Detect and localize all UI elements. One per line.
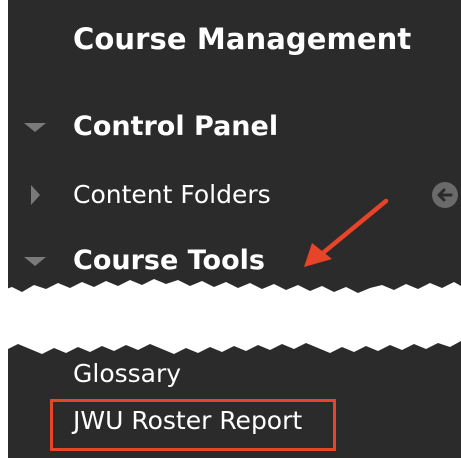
left-white-edge [0, 0, 8, 458]
roster-report-highlight-box [50, 399, 336, 451]
circle-arrow-left-icon[interactable] [432, 182, 458, 208]
triangle-down-icon[interactable] [24, 257, 46, 266]
course-management-heading: Course Management [73, 22, 412, 56]
menu-item-control-panel[interactable]: Control Panel [0, 105, 461, 149]
menu-subitem-glossary[interactable]: Glossary [0, 352, 461, 396]
menu-item-label: Glossary [73, 359, 182, 388]
menu-item-label: Content Folders [73, 180, 271, 209]
torn-edge-break [0, 279, 461, 354]
menu-item-label: Control Panel [73, 111, 279, 142]
red-annotation-arrow [304, 198, 389, 267]
triangle-down-icon[interactable] [24, 123, 46, 132]
menu-item-label: Course Tools [73, 245, 265, 276]
triangle-right-icon[interactable] [31, 185, 40, 205]
course-menu-screenshot: Course Management Control Panel Content … [0, 0, 461, 458]
